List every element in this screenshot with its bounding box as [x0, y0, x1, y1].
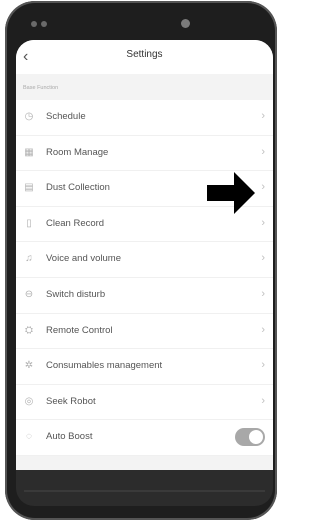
remote-icon: ⛭: [25, 324, 33, 336]
camera-icon: [181, 19, 190, 28]
list-footer-space: [16, 455, 273, 470]
chevron-right-icon: ›: [261, 110, 265, 122]
row-label: Auto Boost: [46, 431, 93, 443]
bin-icon: ▤: [24, 182, 34, 194]
row-label: Switch disturb: [46, 288, 106, 300]
sensor-dot: [41, 21, 47, 27]
bell-icon: ♫: [25, 253, 33, 265]
settings-list: ◷ Schedule › ▦ Room Manage › ▤ Dust Collection ›…: [16, 100, 273, 456]
phone-top-bezel: [31, 17, 251, 35]
section-header: Base Function: [16, 74, 273, 100]
row-label: Seek Robot: [46, 395, 96, 407]
row-label: Clean Record: [46, 217, 105, 229]
settings-row-remote-control[interactable]: ⛭ Remote Control ›: [16, 314, 273, 350]
moon-icon: ⊖: [24, 288, 34, 300]
sensor-dot: [31, 21, 37, 27]
row-label: Voice and volume: [46, 253, 121, 265]
settings-row-seek-robot[interactable]: ◎ Seek Robot ›: [16, 385, 273, 421]
chevron-right-icon: ›: [261, 359, 265, 372]
row-label: Consumables management: [46, 360, 163, 372]
row-label: Remote Control: [46, 324, 113, 336]
settings-row-voice-and-volume[interactable]: ♫ Voice and volume ›: [16, 242, 273, 278]
settings-row-consumables-management[interactable]: ✲ Consumables management ›: [16, 349, 273, 385]
settings-row-switch-disturb[interactable]: ⊖ Switch disturb ›: [16, 278, 273, 314]
settings-row-auto-boost: ◌ Auto Boost: [16, 420, 273, 456]
location-icon: ◎: [24, 395, 34, 407]
row-label: Room Manage: [46, 146, 109, 158]
auto-boost-toggle[interactable]: [235, 428, 265, 447]
chevron-right-icon: ›: [261, 252, 265, 265]
toggle-knob: [249, 430, 263, 445]
row-label: Dust Collection: [46, 182, 110, 194]
boost-icon: ◌: [26, 431, 32, 443]
settings-row-schedule[interactable]: ◷ Schedule ›: [16, 100, 273, 136]
chevron-right-icon: ›: [261, 323, 265, 336]
chevron-right-icon: ›: [261, 181, 265, 194]
map-icon: ▦: [24, 146, 34, 158]
chevron-right-icon: ›: [261, 145, 265, 158]
row-label: Schedule: [46, 111, 86, 122]
header: ‹ Settings: [16, 40, 273, 74]
pointer-arrow: [207, 172, 255, 214]
page-title: Settings: [126, 49, 163, 60]
bezel-line: [24, 490, 265, 492]
phone-bottom-bezel: [16, 470, 273, 506]
chevron-right-icon: ›: [261, 216, 265, 229]
settings-row-room-manage[interactable]: ▦ Room Manage ›: [16, 136, 273, 172]
chevron-right-icon: ›: [261, 394, 265, 407]
chevron-right-icon: ›: [261, 287, 265, 300]
box-icon: ✲: [24, 360, 34, 372]
clock-icon: ◷: [24, 111, 34, 122]
app-screen: ‹ Settings Base Function ◷ Schedule › ▦ Room…: [16, 40, 273, 470]
document-icon: ▯: [26, 217, 32, 229]
